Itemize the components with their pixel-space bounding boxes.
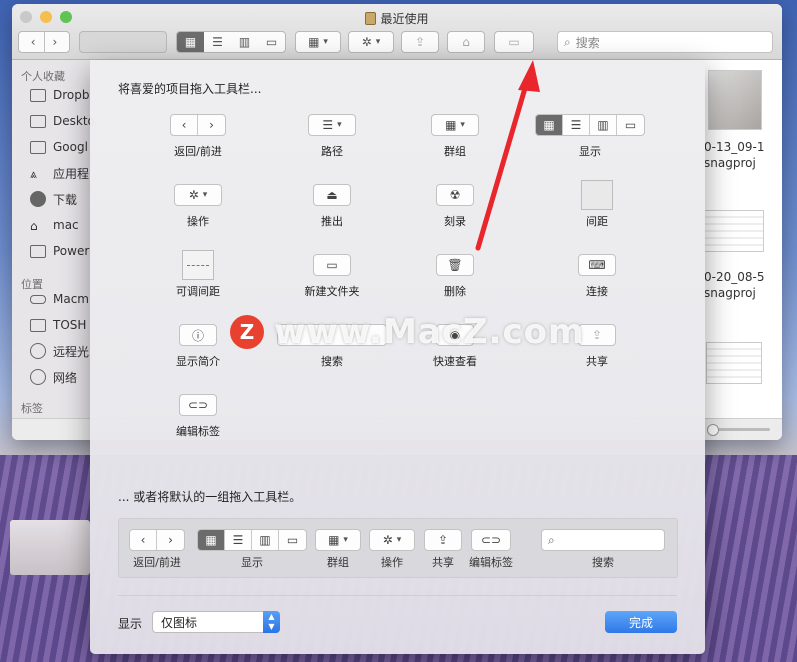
arrow-head xyxy=(518,60,540,92)
arrow-shaft xyxy=(475,75,531,251)
red-arrow-annotation xyxy=(475,60,540,251)
